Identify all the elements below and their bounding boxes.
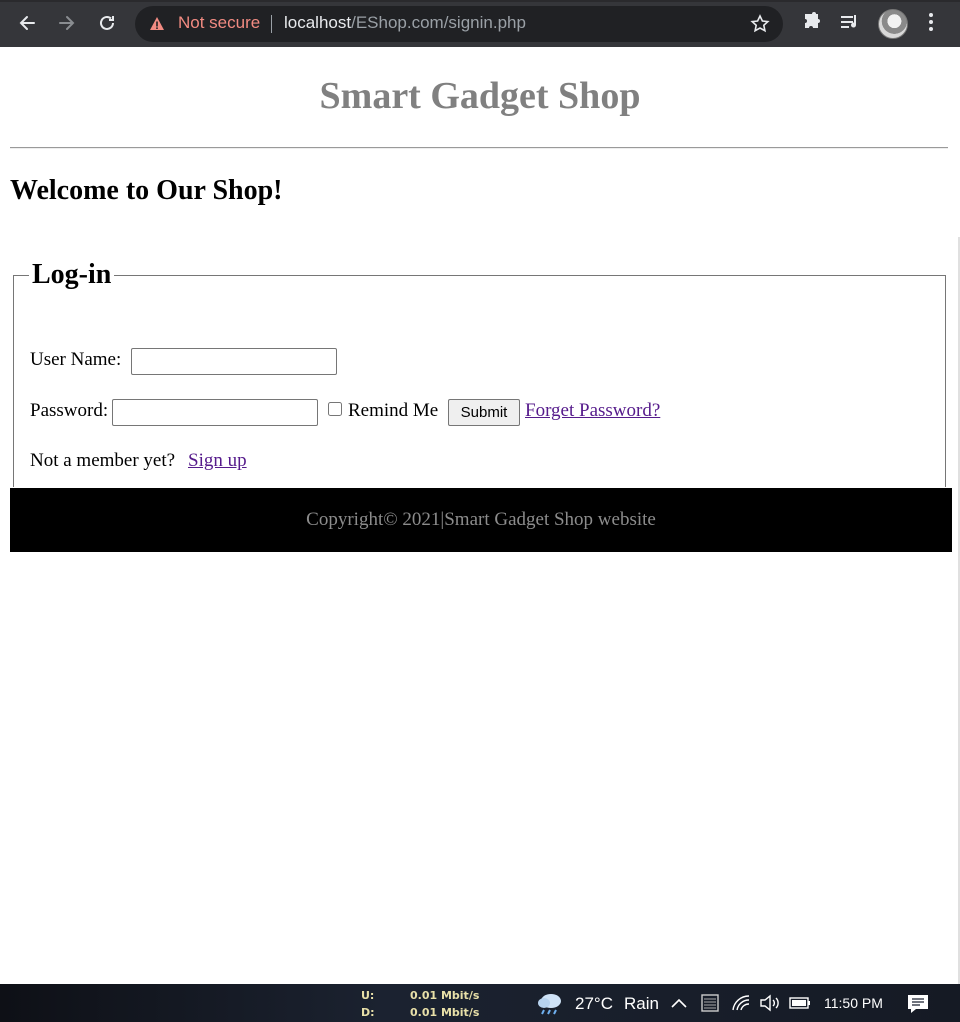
clock-time[interactable]: 11:50 PM	[824, 995, 883, 1011]
reload-icon	[100, 15, 114, 30]
forward-arrow-icon	[59, 16, 75, 30]
weather-condition[interactable]: Rain	[624, 994, 659, 1014]
remind-me-checkbox[interactable]	[328, 402, 342, 416]
url-path: /EShop.com/signin.php	[351, 13, 526, 32]
back-button[interactable]	[12, 8, 42, 38]
download-speed: 0.01 Mbit/s	[410, 1006, 480, 1019]
url-text[interactable]: localhost/EShop.com/signin.php	[284, 13, 526, 33]
taskbar: U: 0.01 Mbit/s D: 0.01 Mbit/s 27°C Rain …	[0, 984, 960, 1022]
not-member-text: Not a member yet?	[30, 450, 176, 471]
speaker-icon[interactable]	[759, 994, 781, 1012]
profile-avatar[interactable]	[878, 9, 908, 39]
notifications-icon[interactable]	[906, 993, 930, 1015]
security-status[interactable]: Not secure	[178, 13, 260, 33]
download-label: D:	[361, 1006, 375, 1019]
web-page: Smart Gadget Shop Welcome to Our Shop! L…	[0, 47, 960, 984]
wifi-icon[interactable]	[731, 994, 751, 1012]
submit-button[interactable]: Submit	[448, 399, 520, 426]
warning-icon	[150, 17, 164, 30]
page-footer: Copyright© 2021|Smart Gadget Shop websit…	[10, 488, 952, 552]
copyright-text: Copyright© 2021|Smart Gadget Shop websit…	[306, 509, 656, 530]
password-label: Password:	[30, 400, 109, 421]
forward-button[interactable]	[52, 8, 82, 38]
site-title: Smart Gadget Shop	[319, 75, 641, 117]
media-playlist-icon[interactable]	[838, 10, 862, 34]
welcome-heading: Welcome to Our Shop!	[10, 175, 283, 206]
back-arrow-icon	[19, 16, 35, 30]
address-bar[interactable]: Not secure localhost/EShop.com/signin.ph…	[135, 6, 783, 42]
extensions-puzzle-icon[interactable]	[800, 10, 824, 34]
window-top-border	[0, 0, 960, 2]
header-divider	[10, 147, 948, 149]
username-label: User Name:	[30, 349, 122, 370]
rain-cloud-icon[interactable]	[536, 991, 564, 1017]
device-icon[interactable]	[700, 993, 720, 1013]
login-legend: Log-in	[29, 258, 115, 292]
password-input[interactable]	[112, 399, 318, 426]
address-separator	[271, 15, 272, 33]
battery-icon[interactable]	[789, 995, 811, 1011]
browser-toolbar: Not secure localhost/EShop.com/signin.ph…	[0, 0, 960, 47]
upload-speed: 0.01 Mbit/s	[410, 989, 480, 1002]
chevron-up-icon[interactable]	[670, 996, 688, 1010]
more-menu-icon[interactable]	[919, 10, 943, 34]
url-host: localhost	[284, 13, 352, 32]
signup-link[interactable]: Sign up	[188, 450, 247, 472]
upload-label: U:	[361, 989, 375, 1002]
reload-button[interactable]	[92, 8, 122, 38]
weather-temperature[interactable]: 27°C	[575, 994, 613, 1014]
remind-me-label[interactable]: Remind Me	[348, 400, 438, 422]
username-input[interactable]	[131, 348, 337, 375]
forgot-password-link[interactable]: Forget Password?	[525, 400, 660, 422]
bookmark-star-icon[interactable]	[750, 14, 770, 34]
